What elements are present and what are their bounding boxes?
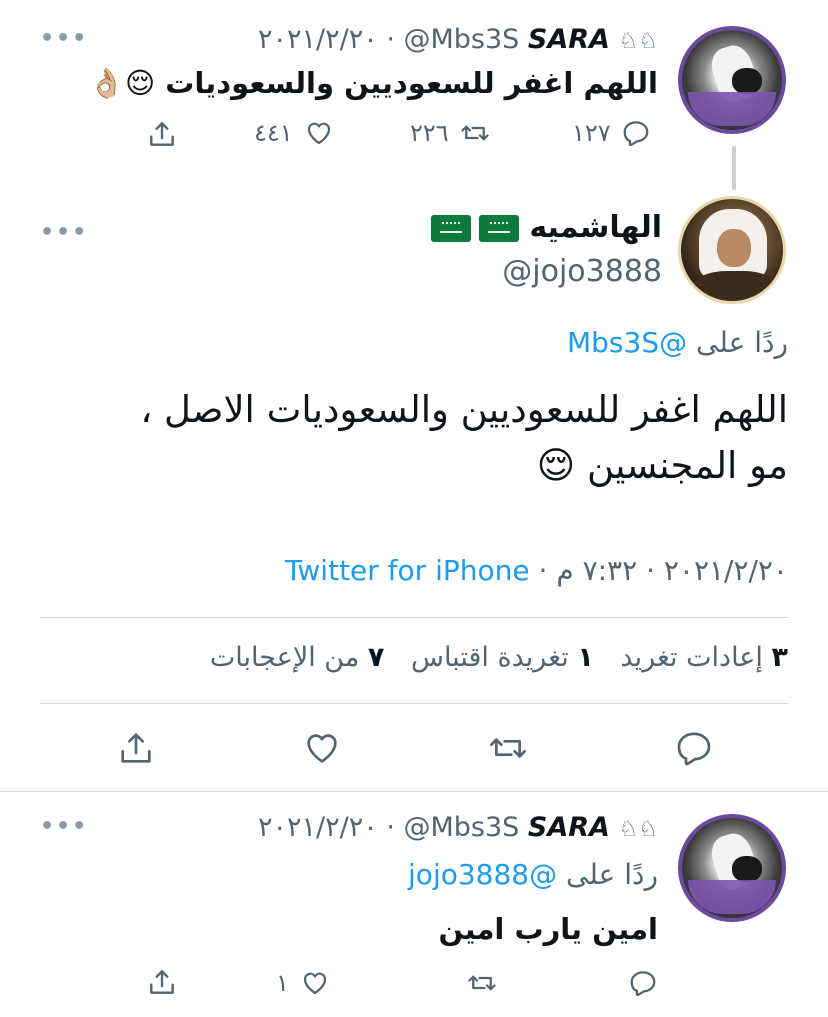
avatar-sara[interactable] xyxy=(678,26,786,134)
tweet-time: ٧:٣٢ م xyxy=(556,554,638,587)
saudi-flag-icon xyxy=(430,215,471,242)
tweet-text-line: اللهم اغفر للسعوديين والسعوديات الاصل ، xyxy=(140,388,788,431)
tweet-handle[interactable]: @jojo3888 xyxy=(502,254,662,289)
reply-action[interactable] xyxy=(628,968,658,998)
reply-icon xyxy=(630,971,656,997)
retweet-action[interactable] xyxy=(466,968,498,998)
retweet-icon xyxy=(490,738,526,758)
retweet-button[interactable] xyxy=(486,728,530,772)
tweet-meta: ٢٠٢١/٢/٢٠ · ٧:٣٢ م · Twitter for iPhone xyxy=(285,554,788,587)
tweet-source[interactable]: Twitter for iPhone xyxy=(285,554,530,587)
retweet-count: ٢٢٦ xyxy=(410,119,449,147)
quotes-count[interactable]: ١ xyxy=(577,642,593,673)
heart-icon xyxy=(303,972,327,995)
author-name: الهاشميه xyxy=(529,210,662,245)
tweet-text: اللهم اغفر للسعوديين والسعوديات الاصل ، … xyxy=(28,382,788,494)
more-options-icon[interactable]: ••• xyxy=(40,814,88,839)
avatar-alhashmia[interactable] xyxy=(678,196,786,304)
reply-prefix: ردًا على xyxy=(566,858,658,891)
avatar-face xyxy=(717,229,751,267)
share-icon xyxy=(150,970,174,994)
tweet-date: ٢٠٢١/٢/٢٠ xyxy=(258,812,378,843)
tweet-text: امين يارب امين xyxy=(438,912,658,946)
more-options-icon[interactable]: ••• xyxy=(40,220,88,245)
reply-to-handle[interactable]: @Mbs3S xyxy=(567,326,687,359)
tweet-text: اللهم اغفر للسعوديين والسعوديات 😌👌🏼 xyxy=(88,66,658,100)
separator: · xyxy=(386,812,395,843)
reply-icon xyxy=(677,732,711,766)
separator: · xyxy=(646,554,655,587)
reply-icon xyxy=(623,121,649,147)
avatar-band xyxy=(688,880,776,914)
retweets-count[interactable]: ٣ xyxy=(772,642,788,673)
separator: · xyxy=(386,24,395,55)
tweet-header: ٢٠٢١/٢/٢٠ · @Mbs3S SARA ♘♘ xyxy=(258,812,658,843)
thread-line xyxy=(732,146,736,190)
like-count: ٤٤١ xyxy=(254,119,293,147)
separator: · xyxy=(538,554,548,587)
avatar-sara[interactable] xyxy=(678,814,786,922)
like-action[interactable]: ٤٤١ xyxy=(254,118,335,148)
divider xyxy=(0,791,828,792)
tweet-date: ٢٠٢١/٢/٢٠ xyxy=(663,554,788,587)
retweet-icon xyxy=(468,975,496,991)
retweet-icon xyxy=(461,125,489,141)
share-action[interactable] xyxy=(146,966,178,998)
divider xyxy=(40,617,788,618)
reply-count: ١٢٧ xyxy=(572,119,611,147)
like-button[interactable] xyxy=(300,728,344,772)
heart-icon xyxy=(307,734,337,763)
share-button[interactable] xyxy=(116,728,156,772)
tweet-author-name[interactable]: SARA xyxy=(528,812,610,843)
reply-to-handle[interactable]: @jojo3888 xyxy=(408,858,557,891)
tweet-date: ٢٠٢١/٢/٢٠ xyxy=(258,24,378,55)
likes-count[interactable]: ٧ xyxy=(368,642,384,673)
tweet-stats: ٣ إعادات تغريد ١ تغريدة اقتباس ٧ من الإع… xyxy=(210,642,788,673)
tweet-text-line: مو المجنسين 😌 xyxy=(536,444,788,487)
heart-icon xyxy=(307,122,330,145)
reply-action[interactable]: ١٢٧ xyxy=(572,118,651,148)
share-action[interactable] xyxy=(146,118,178,150)
replying-to: ردًا على @Mbs3S xyxy=(567,326,788,359)
share-icon xyxy=(150,122,174,146)
retweet-action[interactable]: ٢٢٦ xyxy=(410,118,491,148)
divider xyxy=(40,703,788,704)
likes-label[interactable]: من الإعجابات xyxy=(210,642,359,673)
tweet-header: ٢٠٢١/٢/٢٠ · @Mbs3S SARA ♘♘ xyxy=(258,24,658,55)
avatar-figure-shadow xyxy=(732,68,762,94)
reply-button[interactable] xyxy=(674,728,714,772)
quotes-label[interactable]: تغريدة اقتباس xyxy=(411,642,569,673)
share-icon xyxy=(121,733,151,763)
saudi-flag-icon xyxy=(478,215,519,242)
avatar-body xyxy=(693,271,777,301)
tweet-handle[interactable]: @Mbs3S xyxy=(404,812,520,843)
name-emoji: ♘♘ xyxy=(618,29,658,54)
tweet-author-name[interactable]: الهاشميه xyxy=(423,210,662,245)
like-count: ١ xyxy=(276,969,289,997)
name-emoji: ♘♘ xyxy=(618,817,658,842)
tweet-handle[interactable]: @Mbs3S xyxy=(404,24,520,55)
tweet-author-name[interactable]: SARA xyxy=(528,24,610,55)
like-action[interactable]: ١ xyxy=(276,968,331,998)
avatar-figure-shadow xyxy=(732,856,762,882)
replying-to: ردًا على @jojo3888 xyxy=(408,858,658,891)
reply-prefix: ردًا على xyxy=(696,326,788,359)
avatar-band xyxy=(688,92,776,126)
retweets-label[interactable]: إعادات تغريد xyxy=(620,642,763,673)
more-options-icon[interactable]: ••• xyxy=(40,26,88,51)
